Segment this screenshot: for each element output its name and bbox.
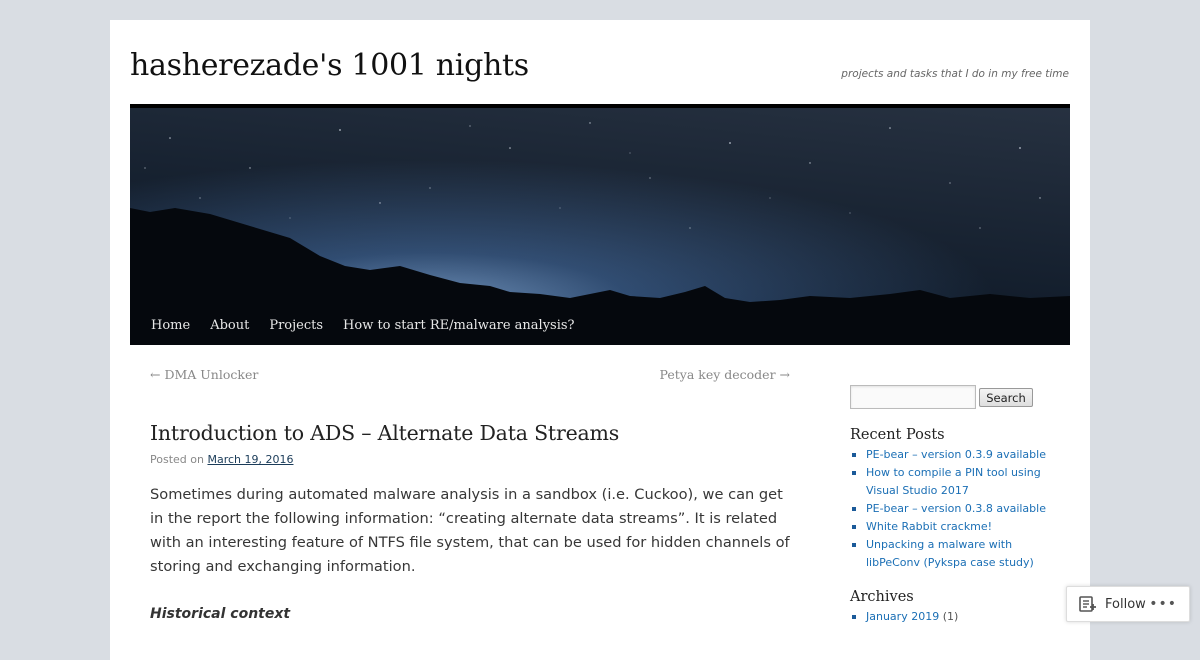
recent-post-link[interactable]: How to compile a PIN tool using Visual S… bbox=[866, 466, 1041, 497]
reader-icon bbox=[1079, 596, 1096, 612]
archives-title: Archives bbox=[850, 589, 914, 605]
nav-item-about[interactable]: About bbox=[200, 318, 259, 333]
list-item: Unpacking a malware with libPeConv (Pyks… bbox=[850, 536, 1060, 572]
next-post-link[interactable]: Petya key decoder → bbox=[659, 367, 790, 382]
post-paragraph: Sometimes during automated malware analy… bbox=[150, 486, 790, 575]
prev-post-link[interactable]: ← DMA Unlocker bbox=[150, 367, 258, 382]
recent-posts-title: Recent Posts bbox=[850, 427, 945, 443]
search-button[interactable]: Search bbox=[979, 388, 1033, 407]
main-nav: Home About Projects How to start RE/malw… bbox=[130, 306, 1070, 345]
post-meta: Posted on March 19, 2016 bbox=[150, 453, 293, 466]
list-item: PE-bear – version 0.3.9 available bbox=[850, 446, 1060, 464]
post-title[interactable]: Introduction to ADS – Alternate Data Str… bbox=[150, 421, 619, 445]
nav-item-projects[interactable]: Projects bbox=[259, 318, 333, 333]
recent-posts-list: PE-bear – version 0.3.9 available How to… bbox=[850, 446, 1060, 572]
post-content: Sometimes during automated malware analy… bbox=[150, 483, 800, 579]
nav-item-re-malware[interactable]: How to start RE/malware analysis? bbox=[333, 318, 584, 333]
recent-post-link[interactable]: PE-bear – version 0.3.9 available bbox=[866, 448, 1046, 461]
search-input[interactable] bbox=[850, 385, 976, 409]
posted-on-label: Posted on bbox=[150, 453, 204, 466]
list-item: How to compile a PIN tool using Visual S… bbox=[850, 464, 1060, 500]
archive-link[interactable]: January 2019 bbox=[866, 610, 939, 623]
follow-button[interactable]: Follow ••• bbox=[1066, 586, 1190, 622]
site-tagline: projects and tasks that I do in my free … bbox=[841, 68, 1069, 80]
recent-post-link[interactable]: PE-bear – version 0.3.8 available bbox=[866, 502, 1046, 515]
recent-post-link[interactable]: Unpacking a malware with libPeConv (Pyks… bbox=[866, 538, 1034, 569]
post-date-link[interactable]: March 19, 2016 bbox=[207, 453, 293, 466]
list-item: January 2019 (1) bbox=[850, 608, 1060, 626]
archives-list: January 2019 (1) bbox=[850, 608, 1060, 626]
archive-count: (1) bbox=[942, 610, 959, 623]
more-options-icon[interactable]: ••• bbox=[1149, 596, 1177, 612]
list-item: White Rabbit crackme! bbox=[850, 518, 1060, 536]
site-title[interactable]: hasherezade's 1001 nights bbox=[130, 48, 529, 83]
follow-label: Follow bbox=[1105, 596, 1146, 612]
list-item: PE-bear – version 0.3.8 available bbox=[850, 500, 1060, 518]
nav-item-home[interactable]: Home bbox=[141, 318, 200, 333]
recent-post-link[interactable]: White Rabbit crackme! bbox=[866, 520, 992, 533]
post-subheading: Historical context bbox=[150, 606, 291, 622]
